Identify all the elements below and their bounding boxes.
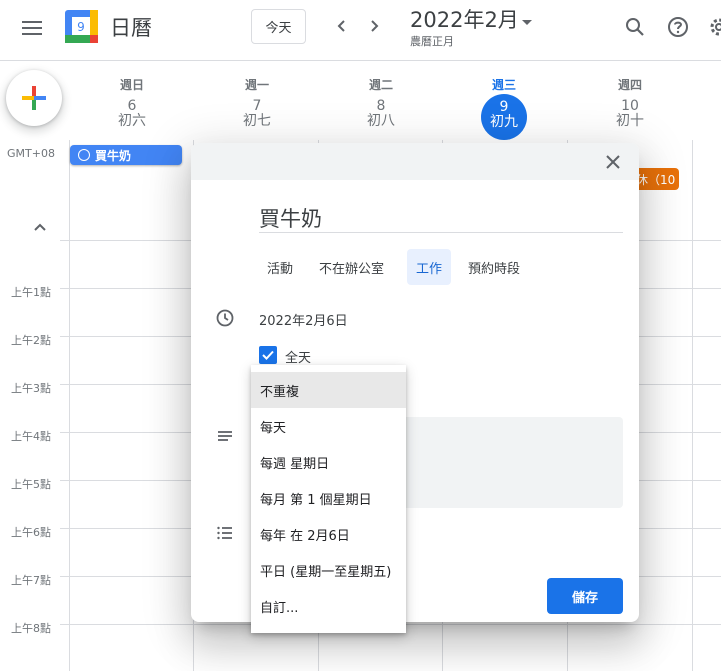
day-of-week: 週日 [119, 78, 144, 92]
tab-event[interactable]: 活動 [258, 249, 302, 285]
dialog-drag-bar[interactable] [191, 143, 639, 180]
month-title[interactable]: 2022年2月 [410, 4, 519, 34]
day-of-week: 週四 [617, 78, 642, 92]
day-date: 9 [499, 99, 509, 115]
repeat-option-none[interactable]: 不重複 [251, 372, 406, 408]
lunar-date: 初六 [118, 113, 146, 129]
clock-icon [216, 309, 234, 327]
today-date-circle[interactable]: 9 初九 [481, 94, 527, 140]
close-icon[interactable] [602, 151, 624, 173]
day-date: 8 [376, 98, 386, 114]
day-of-week: 週二 [368, 78, 393, 92]
plus-icon [22, 86, 46, 110]
day-date: 6 [127, 98, 137, 114]
hour-label: 上午5點 [11, 478, 51, 491]
description-icon [218, 431, 232, 441]
allday-label: 全天 [285, 351, 312, 366]
top-app-bar: 9 日曆 今天 2022年2月 農曆正月 [0, 0, 721, 56]
lunar-date: 初七 [243, 113, 271, 129]
grid-column-line [69, 140, 70, 671]
chevron-right-icon[interactable] [362, 14, 386, 38]
day-header[interactable]: 週二 8 初八 [331, 76, 431, 129]
hour-label: 上午8點 [11, 622, 51, 635]
day-header[interactable]: 週一 7 初七 [207, 76, 307, 129]
logo-day-text: 9 [77, 20, 85, 34]
today-button[interactable]: 今天 [251, 9, 306, 44]
allday-event-chip[interactable]: 買牛奶 [70, 145, 182, 165]
event-title-input[interactable]: 買牛奶 [259, 203, 623, 233]
event-title: 買牛奶 [95, 148, 132, 163]
app-title: 日曆 [110, 16, 152, 40]
hour-label: 上午3點 [11, 382, 51, 395]
event-title: 休（10 [636, 172, 676, 187]
hour-label: 上午6點 [11, 526, 51, 539]
tab-task[interactable]: 工作 [407, 249, 452, 285]
day-date: 7 [252, 98, 262, 114]
hour-label: 上午7點 [11, 574, 51, 587]
grid-column-line [692, 140, 693, 671]
task-check-icon [78, 149, 90, 161]
day-header[interactable]: 週四 10 初十 [580, 76, 680, 129]
description-field[interactable] [393, 417, 623, 508]
checkmark-icon [262, 350, 274, 360]
calendar-logo-icon: 9 [65, 10, 98, 43]
day-of-week: 週一 [244, 78, 269, 92]
header-divider [0, 60, 721, 61]
menu-icon[interactable] [18, 14, 46, 42]
create-button[interactable] [6, 70, 62, 126]
day-date: 10 [621, 98, 639, 114]
repeat-option-weekdays[interactable]: 平日 (星期一至星期五) [251, 552, 406, 588]
hour-label: 上午4點 [11, 430, 51, 443]
day-of-week: 週三 [491, 78, 516, 92]
task-list-icon [217, 526, 232, 540]
collapse-allday-icon[interactable] [33, 220, 47, 236]
settings-icon[interactable] [706, 14, 721, 40]
hour-label: 上午1點 [11, 286, 51, 299]
tab-out-of-office[interactable]: 不在辦公室 [310, 249, 393, 285]
caret-down-icon[interactable] [522, 20, 532, 25]
timezone-label: GMT+08 [7, 147, 55, 160]
repeat-option-monthly[interactable]: 每月 第 1 個星期日 [251, 480, 406, 516]
save-button[interactable]: 儲存 [547, 578, 623, 614]
search-icon[interactable] [622, 14, 648, 40]
repeat-option-custom[interactable]: 自訂... [251, 588, 406, 624]
chevron-left-icon[interactable] [330, 14, 354, 38]
lunar-date: 初十 [616, 113, 644, 129]
help-icon[interactable] [665, 14, 691, 40]
tab-appointment-slots[interactable]: 預約時段 [459, 249, 529, 285]
repeat-option-daily[interactable]: 每天 [251, 408, 406, 444]
repeat-option-yearly[interactable]: 每年 在 2月6日 [251, 516, 406, 552]
allday-checkbox[interactable] [259, 346, 277, 364]
day-header[interactable]: 週日 6 初六 [82, 76, 182, 129]
repeat-option-weekly[interactable]: 每週 星期日 [251, 444, 406, 480]
event-date[interactable]: 2022年2月6日 [259, 310, 348, 329]
hour-label: 上午2點 [11, 334, 51, 347]
lunar-month-subtitle: 農曆正月 [410, 35, 454, 48]
lunar-date: 初八 [367, 113, 395, 129]
day-header-today[interactable]: 週三 [454, 76, 554, 93]
repeat-dropdown-menu: 不重複 每天 每週 星期日 每月 第 1 個星期日 每年 在 2月6日 平日 (… [251, 365, 406, 633]
lunar-date: 初九 [490, 114, 518, 130]
